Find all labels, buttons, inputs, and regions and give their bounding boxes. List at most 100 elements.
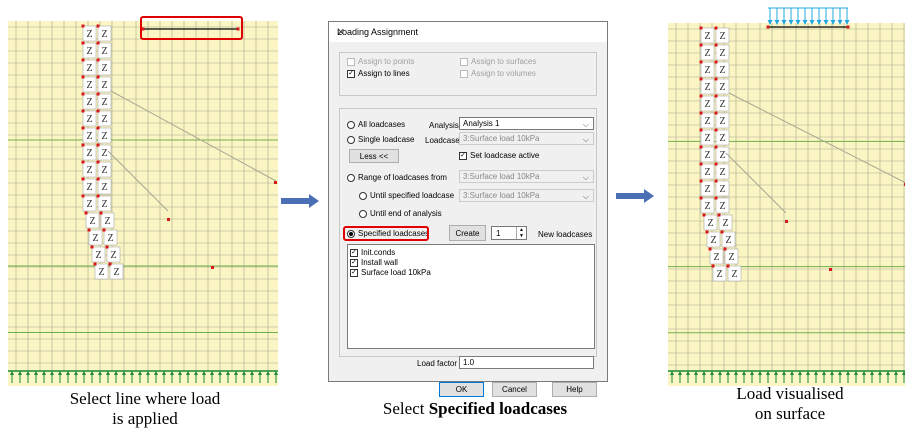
ok-button[interactable]: OK [439, 382, 484, 397]
wall-cell-label: Z [720, 31, 726, 42]
until-end-radio[interactable]: Until end of analysis [359, 209, 442, 218]
single-loadcase-radio-circle[interactable] [347, 135, 355, 144]
set-loadcase-active-box[interactable]: ✓ [459, 151, 467, 160]
mesh-node [81, 143, 85, 147]
loadcase-checkbox[interactable]: ✓ [350, 248, 358, 257]
set-loadcase-active-checkbox[interactable]: ✓ Set loadcase active [459, 151, 539, 160]
mesh-node [102, 228, 106, 232]
until-specified-radio-circle[interactable] [359, 191, 367, 200]
loadcase-label: Loadcase [425, 136, 460, 145]
mesh-node [699, 94, 703, 98]
wall-cell-label: Z [99, 267, 105, 278]
wall-cell-label: Z [87, 148, 93, 159]
range-from-select-value: 3:Surface load 10kPa [463, 172, 540, 181]
mesh-node [81, 92, 85, 96]
right-mesh-view[interactable]: Z ZZ ZZ ZZ ZZ ZZ ZZ ZZ ZZ ZZ ZZ ZZ ZZ ZZ ZZ Z [668, 5, 905, 386]
list-item[interactable]: ✓ Init.conds [350, 248, 395, 257]
mesh-node [714, 145, 718, 149]
create-button-label: Create [455, 228, 480, 238]
mesh-node [84, 211, 88, 215]
wall-cell-label: Z [729, 252, 735, 263]
wall-cell-label: Z [87, 165, 93, 176]
assign-lines-label: Assign to lines [358, 69, 410, 78]
mesh-node [714, 196, 718, 200]
spinner-icon[interactable]: ▲ ▼ [516, 227, 526, 239]
mesh-node [96, 194, 100, 198]
load-factor-field[interactable]: 1.0 [459, 356, 594, 369]
mesh-node [96, 143, 100, 147]
loadcase-label-text: Surface load 10kPa [361, 268, 431, 277]
range-loadcases-radio[interactable]: Range of loadcases from [347, 173, 447, 182]
wall-cell-label: Z [102, 97, 108, 108]
loadcase-checkbox[interactable]: ✓ [350, 258, 358, 267]
right-mesh-panel[interactable]: ZZZZZZZZZZZZZZZZZZZZZZZZZZZZZZ [668, 5, 905, 386]
selected-line-highlight [140, 16, 243, 40]
list-item[interactable]: ✓ Surface load 10kPa [350, 268, 431, 277]
assign-points-checkbox: Assign to points [347, 57, 414, 66]
until-specified-radio[interactable]: Until specified loadcase [359, 191, 454, 200]
left-mesh-view[interactable]: Z ZZ ZZ ZZ ZZ ZZ ZZ ZZ ZZ ZZ ZZ ZZ ZZ ZZ ZZ Z [8, 21, 278, 386]
wall-cell-label: Z [717, 269, 723, 280]
cancel-button[interactable]: Cancel [492, 382, 537, 397]
mesh-node [96, 160, 100, 164]
mesh-node [81, 58, 85, 62]
all-loadcases-radio[interactable]: All loadcases [347, 120, 405, 129]
wall-cell-label: Z [102, 46, 108, 57]
mesh-node [96, 92, 100, 96]
mesh-node [96, 75, 100, 79]
loadcase-checkbox[interactable]: ✓ [350, 268, 358, 277]
wall-cell-label: Z [720, 116, 726, 127]
mesh-node [96, 24, 100, 28]
mesh-node [90, 245, 94, 249]
close-icon[interactable]: × [337, 24, 599, 39]
wall-cell-label: Z [720, 99, 726, 110]
list-item[interactable]: ✓ Install wall [350, 258, 398, 267]
loadcase-list[interactable]: ✓ Init.conds ✓ Install wall ✓ Surface lo… [347, 244, 595, 349]
wall-cell-label: Z [705, 167, 711, 178]
assign-points-box [347, 57, 355, 66]
mesh-node [829, 268, 832, 271]
wall-cell-label: Z [102, 29, 108, 40]
wall-cell-label: Z [87, 63, 93, 74]
middle-caption: Select Specified loadcases [340, 399, 610, 419]
mesh-background [8, 21, 278, 386]
mesh-node [711, 264, 715, 268]
left-mesh-panel[interactable]: ZZZZZZZZZZZZZZZZZZZZZZZZZZZZZZ [8, 21, 278, 386]
new-loadcases-label: New loadcases [538, 230, 593, 239]
assign-lines-box[interactable]: ✓ [347, 69, 355, 78]
wall-cell-label: Z [87, 80, 93, 91]
wall-cell-label: Z [726, 235, 732, 246]
less-button-label: Less << [359, 151, 389, 161]
mesh-node [714, 162, 718, 166]
create-button[interactable]: Create [449, 225, 486, 241]
wall-cell-label: Z [102, 182, 108, 193]
assign-surfaces-box [460, 57, 468, 66]
mesh-node [702, 213, 706, 217]
assign-lines-checkbox[interactable]: ✓ Assign to lines [347, 69, 410, 78]
mesh-node [105, 245, 109, 249]
create-count-field[interactable]: 1 ▲ ▼ [491, 226, 527, 240]
wall-cell-label: Z [720, 82, 726, 93]
range-loadcases-radio-circle[interactable] [347, 173, 355, 182]
until-end-radio-circle[interactable] [359, 209, 367, 218]
mesh-node [699, 179, 703, 183]
mesh-node [699, 111, 703, 115]
mesh-node [96, 58, 100, 62]
middle-caption-prefix: Select [382, 399, 429, 418]
wall-cell-label: Z [705, 116, 711, 127]
mesh-node [699, 26, 703, 30]
wall-cell-label: Z [87, 46, 93, 57]
wall-cell-label: Z [705, 184, 711, 195]
help-button[interactable]: Help [552, 382, 597, 397]
wall-cell-label: Z [87, 199, 93, 210]
analysis-select[interactable]: Analysis 1 ⌵ [459, 117, 594, 130]
mesh-node [699, 77, 703, 81]
all-loadcases-radio-circle[interactable] [347, 120, 355, 129]
wall-cell-label: Z [705, 201, 711, 212]
mesh-node [699, 43, 703, 47]
single-loadcase-radio[interactable]: Single loadcase [347, 135, 414, 144]
wall-cell-label: Z [720, 150, 726, 161]
less-button[interactable]: Less << [349, 149, 399, 163]
wall-cell-label: Z [711, 235, 717, 246]
wall-cell-label: Z [102, 148, 108, 159]
